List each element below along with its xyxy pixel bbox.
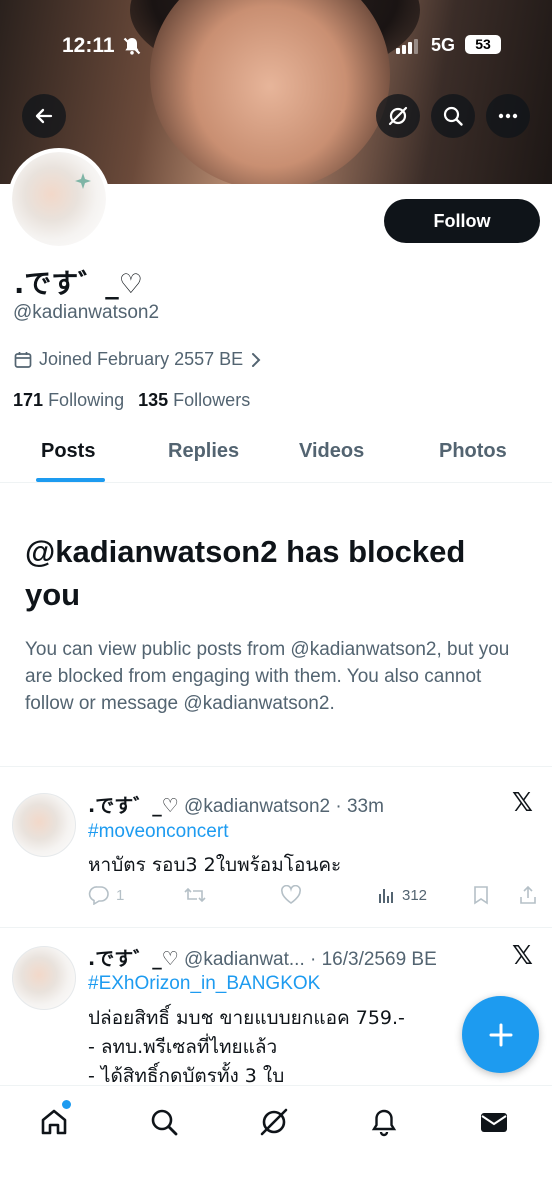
profile-avatar[interactable] [8, 148, 110, 250]
joined-text: Joined February 2557 BE [39, 349, 244, 369]
bookmark-icon [474, 886, 488, 905]
view-count: 312 [402, 886, 428, 904]
following-link[interactable]: 171 Following [13, 390, 124, 411]
x-logo-icon: 𝕏 [512, 940, 533, 970]
grok-icon [260, 1108, 288, 1136]
signal-icon [396, 38, 418, 54]
joined-date[interactable]: Joined February 2557 BE [13, 349, 263, 370]
profile-tabs: Posts Replies Videos Photos [0, 426, 552, 483]
plus-icon [489, 1023, 512, 1046]
post-hashtag[interactable]: #EXhOrizon_in_BANGKOK [88, 973, 320, 995]
post-hashtag[interactable]: #moveonconcert [88, 821, 228, 843]
post-author-name: .です゛_♡ [88, 948, 179, 970]
back-button[interactable] [22, 94, 66, 138]
tab-posts[interactable]: Posts [41, 440, 95, 463]
post-meta: @kadianwat... · 16/3/2569 BE [184, 949, 437, 970]
network-type: 5G [431, 35, 456, 55]
tab-replies[interactable]: Replies [168, 440, 239, 463]
display-name: .です゛_♡ [14, 269, 143, 300]
notification-dot [62, 1100, 71, 1109]
tab-videos[interactable]: Videos [299, 440, 364, 463]
post-avatar[interactable] [12, 946, 76, 1010]
tab-photos[interactable]: Photos [439, 440, 507, 463]
blocked-notice: @kadianwatson2 has blocked you You can v… [25, 530, 525, 717]
more-icon [498, 113, 518, 119]
status-bar: 12:11 5G 53 [0, 30, 552, 64]
search-icon [443, 106, 463, 126]
post-item[interactable]: .です゛_♡ @kadianwatson2 · 33m 𝕏 #moveoncon… [0, 767, 552, 927]
share-button[interactable] [518, 885, 538, 905]
avatar-photo [12, 152, 106, 246]
compose-button[interactable] [462, 996, 539, 1073]
banner-photo-face [150, 0, 390, 184]
calendar-icon [14, 351, 32, 368]
post-item[interactable]: .です゛_♡ @kadianwat... · 16/3/2569 BE 𝕏 #E… [0, 928, 552, 1088]
post-header: .です゛_♡ @kadianwat... · 16/3/2569 BE [88, 944, 437, 971]
star-sticker-icon [75, 173, 91, 189]
x-logo-icon: 𝕏 [512, 787, 533, 817]
battery-level: 53 [465, 35, 501, 54]
post-text: - ลทบ.พรีเซลที่ไทยแล้ว [88, 1036, 278, 1058]
nav-notifications[interactable] [364, 1102, 404, 1142]
nav-messages[interactable] [474, 1102, 514, 1142]
reply-count: 1 [116, 886, 125, 904]
post-actions: 1 312 [88, 885, 543, 909]
post-avatar[interactable] [12, 793, 76, 857]
blocked-title: @kadianwatson2 has blocked you [25, 534, 466, 612]
nav-grok[interactable] [254, 1102, 294, 1142]
back-arrow-icon [35, 108, 53, 124]
envelope-icon [481, 1113, 507, 1132]
active-tab-indicator [36, 478, 105, 482]
share-icon [520, 885, 536, 904]
followers-link[interactable]: 135 Followers [138, 390, 250, 411]
heart-icon [281, 885, 301, 904]
bookmark-button[interactable] [472, 885, 490, 905]
silent-bell-icon [123, 37, 141, 55]
repost-icon [184, 887, 206, 903]
post-text: ปล่อยสิทธิ์ มบช ขายแบบยกแอค 759.- [88, 1007, 405, 1029]
post-text: หาบัตร รอบ3 2ใบพร้อมโอนคะ [88, 854, 342, 876]
bell-icon [371, 1109, 397, 1137]
search-icon [151, 1109, 178, 1136]
follow-button[interactable]: Follow [384, 199, 540, 243]
nav-search[interactable] [144, 1102, 184, 1142]
post-meta: @kadianwatson2 · 33m [184, 796, 384, 817]
blocked-message: You can view public posts from @kadianwa… [25, 639, 510, 714]
post-author-name: .です゛_♡ [88, 795, 179, 817]
like-button[interactable] [280, 885, 302, 905]
profile-handle: @kadianwatson2 [13, 302, 160, 323]
status-time: 12:11 [62, 34, 115, 57]
search-button[interactable] [431, 94, 475, 138]
views-button[interactable]: 312 [376, 885, 427, 905]
reply-button[interactable]: 1 [88, 885, 124, 905]
follow-counts: 171 Following 135 Followers [13, 390, 250, 411]
reply-icon [88, 886, 109, 905]
bottom-nav [0, 1085, 552, 1200]
home-icon [41, 1109, 67, 1135]
grok-button[interactable] [376, 94, 420, 138]
views-icon [379, 889, 393, 903]
post-header: .です゛_♡ @kadianwatson2 · 33m [88, 791, 384, 818]
repost-button[interactable] [183, 885, 207, 905]
more-button[interactable] [486, 94, 530, 138]
grok-icon [388, 106, 408, 126]
chevron-right-icon [252, 352, 261, 367]
